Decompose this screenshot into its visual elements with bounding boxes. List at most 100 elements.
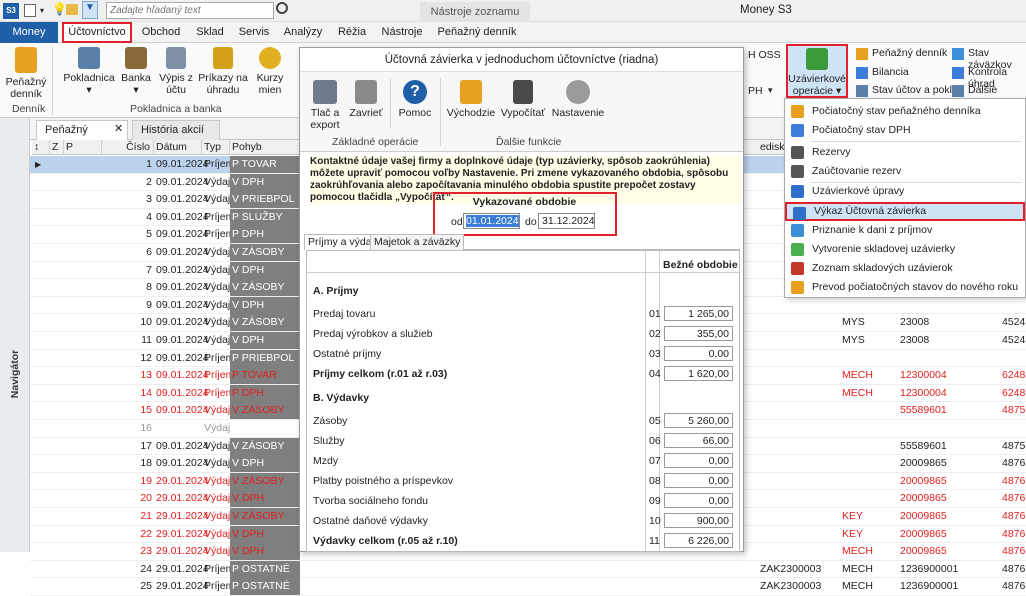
nastavenie-button[interactable]: Nastavenie xyxy=(550,80,606,119)
header-cislo-riadku[interactable]: Číslo riadku xyxy=(102,140,154,168)
menu-item[interactable]: Zaúčtovanie rezerv xyxy=(785,162,1025,181)
menu-item[interactable]: Rezervy xyxy=(785,143,1025,162)
cell-p: V DPH xyxy=(230,173,300,191)
report-line-value[interactable]: 6 226,00 xyxy=(664,533,733,548)
tab-rezia[interactable]: Réžia xyxy=(334,22,370,43)
menu-item-icon xyxy=(791,281,804,294)
menu-item[interactable]: Prevod počiatočných stavov do nového rok… xyxy=(785,278,1025,297)
header-z[interactable]: Z xyxy=(50,140,64,155)
table-row[interactable]: 25 29.01.2024 Príjem P OSTATNÉ ZAK2300003 MEC… xyxy=(30,578,1026,596)
pd-right-button[interactable]: Peňažný denník xyxy=(872,47,947,59)
header-pohyb[interactable]: Pohyb xyxy=(230,140,300,155)
menu-item[interactable]: Zoznam skladových uzávierok xyxy=(785,259,1025,278)
cell-p: V ZÁSOBY xyxy=(230,244,300,261)
menu-item[interactable]: Priznanie k dani z príjmov xyxy=(785,221,1025,240)
menu-icon[interactable] xyxy=(24,4,36,17)
cell-p: V DPH xyxy=(230,490,300,508)
cell-t: Príjem xyxy=(204,351,235,364)
journal-icon xyxy=(15,47,37,73)
row-pointer-icon: ▶ xyxy=(35,160,42,169)
header-typ[interactable]: Typ xyxy=(202,140,230,155)
cell-d: 09.01.2024 xyxy=(156,334,209,346)
pokladnica-button[interactable]: Pokladnica ▾ xyxy=(62,47,116,96)
uzavierkove-operacie-button[interactable]: Uzávierkové operácie ▾ xyxy=(786,44,848,98)
kurzy-button[interactable]: Kurzy mien xyxy=(252,47,288,96)
od-date-input[interactable]: 01.01.2024 xyxy=(463,213,520,229)
cell-t: Výdaj xyxy=(204,527,231,540)
table-row[interactable]: 24 29.01.2024 Príjem P OSTATNÉ ZAK2300003 MEC… xyxy=(30,560,1026,579)
payment-order-icon xyxy=(213,47,233,69)
tab-servis[interactable]: Servis xyxy=(234,22,274,43)
cell-c4: 452478 xyxy=(1002,316,1026,329)
header-p[interactable]: P xyxy=(64,140,102,155)
cell-d: 29.01.2024 xyxy=(156,580,209,593)
menu-item[interactable]: Výkaz Účtovná závierka xyxy=(785,202,1025,221)
cell-t: Príjem xyxy=(204,158,235,170)
close-tab-icon[interactable]: ✕ xyxy=(114,122,123,135)
vypocitat-button[interactable]: Vypočítať xyxy=(500,80,546,119)
report-line-number: 02 xyxy=(649,328,661,340)
bulb-icon[interactable]: 💡 xyxy=(52,2,67,16)
tab-nastroje[interactable]: Nástroje xyxy=(376,22,428,43)
stav-uctov-button[interactable]: Stav účtov a pokl. xyxy=(872,84,955,96)
cell-n: 15 xyxy=(140,404,152,417)
cell-n: 7 xyxy=(146,263,152,276)
report-line-value[interactable]: 0,00 xyxy=(664,453,733,468)
report-line-value[interactable]: 5 260,00 xyxy=(664,413,733,428)
cell-c3: 23008 xyxy=(900,316,930,329)
group-dennik-label: Denník xyxy=(12,103,46,115)
search-input[interactable] xyxy=(106,2,274,19)
zavriet-button[interactable]: Zavrieť xyxy=(346,80,386,119)
cell-c2: MYS xyxy=(842,334,865,346)
tab-sklad[interactable]: Sklad xyxy=(190,22,230,43)
cell-p: V PRIEBPOL xyxy=(230,191,300,209)
report-line-value[interactable]: 0,00 xyxy=(664,346,733,361)
vypis-z-uctu-button[interactable]: Výpis z účtu xyxy=(156,47,196,96)
do-date-input[interactable]: 31.12.2024 xyxy=(538,213,595,229)
currency-icon xyxy=(259,47,281,69)
magic-wand-icon xyxy=(460,80,482,104)
report-line-value[interactable]: 0,00 xyxy=(664,493,733,508)
cell-d: 29.01.2024 xyxy=(156,474,209,487)
uctovna-zavierka-dialog[interactable]: Účtovná závierka v jednoduchom účtovníct… xyxy=(299,47,744,552)
report-line-value[interactable]: 1 620,00 xyxy=(664,366,733,381)
search-icon[interactable] xyxy=(276,2,288,14)
vychodzie-button[interactable]: Východzie xyxy=(446,80,496,119)
tab-analyzy[interactable]: Analýzy xyxy=(280,22,326,43)
cell-d: 09.01.2024 xyxy=(156,298,209,311)
tab-obchod[interactable]: Obchod xyxy=(138,22,184,43)
report-line-label: Mzdy xyxy=(313,455,339,467)
cell-t: Výdaj xyxy=(204,404,231,417)
report-line-value[interactable]: 900,00 xyxy=(664,513,733,528)
tab-majetok-zavazky[interactable]: Majetok a záväzky xyxy=(370,234,465,250)
dropdown-arrow-icon[interactable]: ▾ xyxy=(40,6,44,15)
ribbon-tabs: Money Účtovníctvo Obchod Sklad Servis An… xyxy=(0,22,1026,43)
sort-icon[interactable]: ↕ xyxy=(32,140,50,155)
header-datum[interactable]: Dátum xyxy=(154,140,202,155)
report-line-value[interactable]: 66,00 xyxy=(664,433,733,448)
tab-historia-akcii[interactable]: História akcií xyxy=(132,120,220,140)
period-title: Vykazované obdobie xyxy=(472,196,577,208)
menu-item[interactable]: Uzávierkové úpravy xyxy=(785,182,1025,201)
tab-money[interactable]: Money xyxy=(0,22,58,43)
penazny-dennik-button[interactable]: Peňažný denník xyxy=(4,47,48,100)
tab-penazny-dennik[interactable]: Peňažný denník xyxy=(436,22,518,43)
tlac-export-button[interactable]: Tlač a export xyxy=(306,80,344,131)
report-line-value[interactable]: 355,00 xyxy=(664,326,733,341)
cell-t: Výdaj xyxy=(204,316,231,329)
report-line-value[interactable]: 1 265,00 xyxy=(664,306,733,321)
prikazy-button[interactable]: Príkazy na úhradu xyxy=(198,47,248,96)
navigator-panel[interactable]: Navigátor xyxy=(0,118,30,552)
menu-item[interactable]: Počiatočný stav DPH xyxy=(785,121,1025,140)
folder-icon[interactable] xyxy=(66,4,78,15)
menu-item[interactable]: Počiatočný stav peňažného denníka xyxy=(785,102,1025,121)
menu-item[interactable]: Vytvorenie skladovej uzávierky xyxy=(785,240,1025,259)
tab-uctovnictvo[interactable]: Účtovníctvo xyxy=(62,22,132,43)
cell-t: Výdaj xyxy=(204,492,231,505)
report-line-value[interactable]: 0,00 xyxy=(664,473,733,488)
bilancia-button[interactable]: Bilancia xyxy=(872,66,909,78)
banka-button[interactable]: Banka ▾ xyxy=(118,47,154,96)
pomoc-button[interactable]: ? Pomoc xyxy=(394,80,436,119)
filter-icon[interactable]: ▼ xyxy=(82,1,98,19)
col-bezne-obdobie: Bežné obdobie xyxy=(663,259,738,271)
